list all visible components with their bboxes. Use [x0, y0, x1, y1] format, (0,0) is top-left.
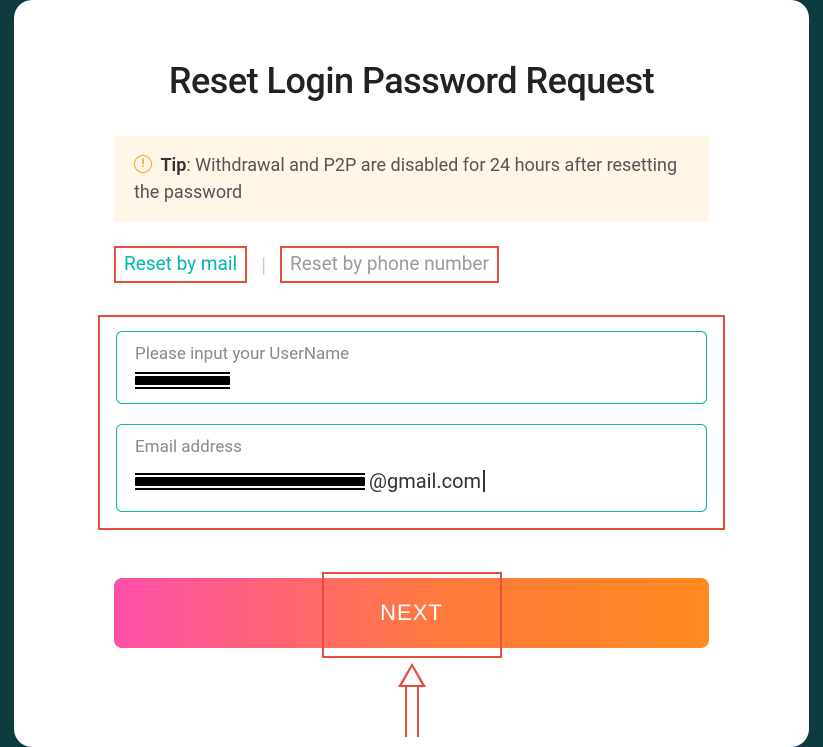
tip-label: Tip: [160, 155, 186, 176]
arrow-shaft: [405, 685, 419, 737]
tab-reset-by-phone[interactable]: Reset by phone number: [280, 246, 499, 283]
email-suffix: @gmail.com: [369, 469, 481, 493]
form-area: Please input your UserName Email address…: [98, 315, 725, 530]
username-field[interactable]: Please input your UserName: [116, 331, 707, 404]
tab-reset-by-mail[interactable]: Reset by mail: [114, 246, 247, 283]
text-caret: [483, 470, 485, 492]
warning-icon: [134, 155, 152, 173]
username-label: Please input your UserName: [135, 344, 688, 364]
username-value: [135, 376, 688, 385]
page-title: Reset Login Password Request: [94, 60, 729, 102]
annotation-arrow: [398, 663, 426, 737]
tab-divider: |: [261, 253, 266, 277]
reset-password-card: Reset Login Password Request Tip: Withdr…: [14, 0, 809, 747]
tip-banner: Tip: Withdrawal and P2P are disabled for…: [114, 136, 709, 222]
next-button[interactable]: NEXT: [114, 578, 709, 648]
email-field[interactable]: Email address @gmail.com: [116, 424, 707, 512]
reset-method-tabs: Reset by mail | Reset by phone number: [114, 246, 709, 283]
redacted-text: [135, 477, 365, 486]
email-label: Email address: [135, 437, 688, 457]
next-button-label: NEXT: [380, 600, 443, 625]
tip-text: : Withdrawal and P2P are disabled for 24…: [134, 155, 677, 203]
redacted-text: [135, 376, 230, 385]
arrow-up-icon: [398, 663, 426, 687]
email-value: @gmail.com: [135, 469, 688, 493]
